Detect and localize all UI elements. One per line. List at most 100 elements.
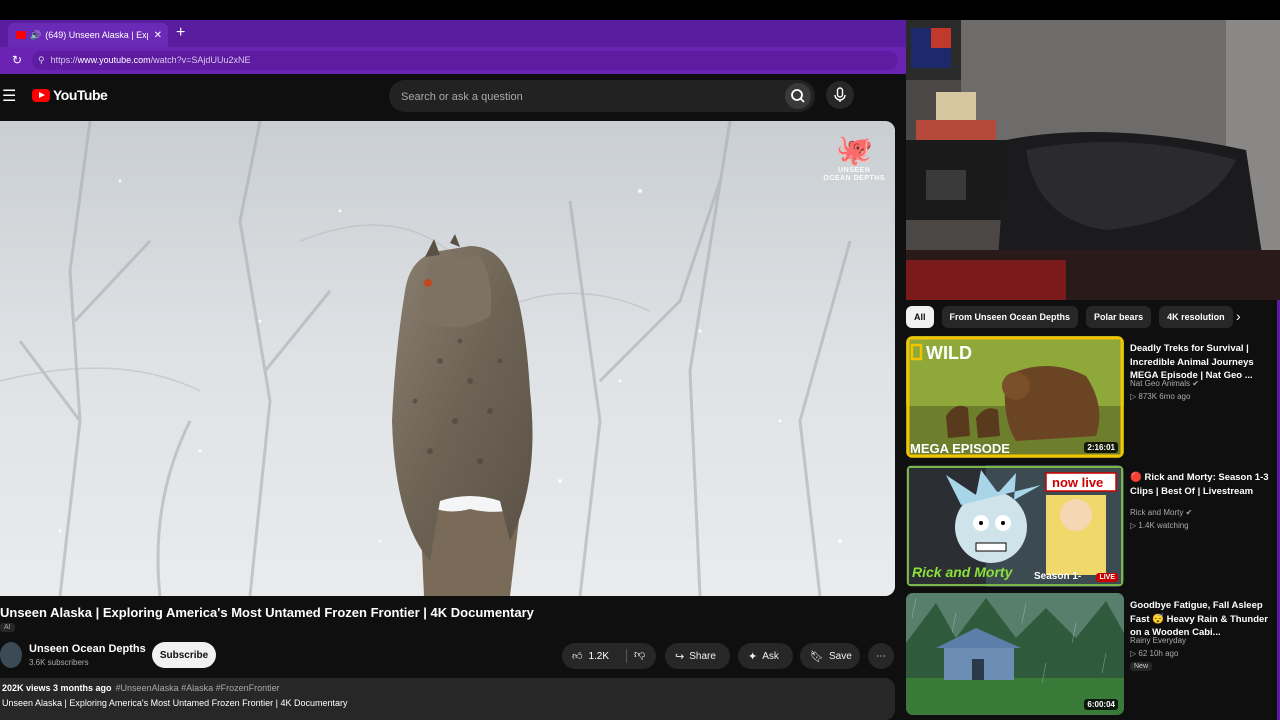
video-thumbnail[interactable]: now live Rick and Morty Season 1- LIVE [906, 465, 1124, 587]
microphone-icon [834, 87, 846, 102]
top-black-bar [0, 0, 1280, 20]
url-path: /watch?v=SAjdUUu2xNE [150, 55, 251, 65]
channel-name[interactable]: Unseen Ocean Depths [29, 643, 146, 655]
video-frame-owl-in-snow [0, 121, 895, 596]
watermark-line2: OCEAN DEPTHS [823, 175, 885, 182]
chip-all[interactable]: All [906, 306, 934, 328]
youtube-play-icon [32, 88, 50, 102]
thumb-bottom-text: MEGA EPISODE [910, 441, 1010, 456]
share-button[interactable]: ↪ Share [665, 643, 730, 669]
search-icon [791, 89, 805, 103]
like-button[interactable]: 👍︎ 1.2K [572, 643, 609, 669]
views-and-age: 202K views 3 months ago [2, 683, 112, 693]
site-info-icon[interactable]: ⚲ [38, 55, 45, 65]
channel-avatar[interactable] [0, 642, 22, 668]
ai-badge: AI [0, 623, 15, 632]
recommendations-sidebar: All From Unseen Ocean Depths Polar bears… [906, 300, 1280, 720]
video-player[interactable]: 🐙 UNSEEN OCEAN DEPTHS [0, 121, 895, 596]
bookmark-icon: 🔖︎ [810, 650, 824, 663]
recommendation-channel[interactable]: Nat Geo Animals ✔ [1130, 379, 1199, 388]
recommendation-title[interactable]: 🔴 Rick and Morty: Season 1-3 Clips | Bes… [1130, 471, 1270, 498]
more-dots-icon: ⋯ [876, 650, 886, 662]
thumbs-down-icon: 👎︎ [634, 649, 646, 661]
webcam-bedroom-image [906, 20, 1280, 300]
reload-icon[interactable]: ↻ [12, 53, 22, 67]
video-thumbnail[interactable]: 6:00:04 [906, 593, 1124, 715]
hamburger-menu-icon[interactable]: ☰ [2, 86, 16, 106]
octopus-logo-icon: 🐙 [835, 134, 873, 167]
subscriber-count: 3.6K subscribers [29, 658, 89, 667]
url-prefix: https:// [50, 55, 78, 65]
youtube-logo-text: YouTube [53, 87, 108, 103]
description-text: Unseen Alaska | Exploring America's Most… [2, 698, 348, 708]
svg-text:Rick and Morty: Rick and Morty [912, 564, 1014, 580]
recommendation-channel[interactable]: Rainy Everyday [1130, 636, 1186, 645]
recommendation-meta: ▷ 1.4K watching [1130, 521, 1189, 530]
thumbs-up-icon: 👍︎ [572, 651, 583, 662]
nat-geo-bear-thumbnail: WILD MEGA EPISODE [906, 336, 1124, 458]
verified-icon: ✔ [1185, 508, 1193, 517]
save-label: Save [828, 650, 852, 662]
filter-chips: All From Unseen Ocean Depths Polar bears… [906, 306, 1241, 328]
youtube-logo[interactable]: YouTube [32, 87, 108, 103]
tab-title: (649) Unseen Alaska | Explorin [45, 30, 147, 40]
close-tab-icon[interactable]: ✕ [154, 30, 162, 41]
voice-search-button[interactable] [826, 81, 854, 109]
youtube-favicon-icon [16, 31, 26, 39]
watermark-line1: UNSEEN [838, 167, 871, 174]
recommendation-meta: ▷ 873K 6mo ago [1130, 392, 1191, 401]
new-badge: New [1130, 662, 1153, 671]
webcam-overlay [906, 20, 1280, 300]
ask-label: Ask [762, 650, 779, 662]
video-thumbnail[interactable]: WILD MEGA EPISODE 2:16:01 [906, 336, 1124, 458]
thumb-top-text: now live [1052, 475, 1103, 490]
video-title: Unseen Alaska | Exploring America's Most… [0, 605, 534, 620]
search-button[interactable] [785, 83, 811, 109]
like-dislike-group: 👍︎ 1.2K 👎︎ [562, 643, 656, 669]
save-button[interactable]: 🔖︎ Save [800, 643, 860, 669]
thumb-top-text: WILD [926, 343, 972, 363]
tab-strip: 🔊 (649) Unseen Alaska | Explorin ✕ + [0, 20, 906, 47]
recommendation-item[interactable]: 6:00:04 Goodbye Fatigue, Fall Asleep Fas… [906, 593, 1280, 717]
rick-and-morty-thumbnail: now live Rick and Morty Season 1- [906, 465, 1124, 587]
recommendation-channel[interactable]: Rick and Morty ✔ [1130, 508, 1192, 517]
chip-4k-resolution[interactable]: 4K resolution [1159, 306, 1233, 328]
like-divider [626, 649, 627, 663]
dislike-button[interactable]: 👎︎ [634, 648, 645, 661]
share-label: Share [689, 650, 716, 662]
recommendation-title[interactable]: Deadly Treks for Survival | Incredible A… [1130, 342, 1270, 383]
hashtags[interactable]: #UnseenAlaska #Alaska #FrozenFrontier [116, 683, 280, 693]
search-input[interactable] [399, 80, 773, 114]
chip-polar-bears[interactable]: Polar bears [1086, 306, 1152, 328]
sparkle-icon: ✦ [748, 650, 758, 663]
recommendation-meta: ▷ 62 10h ago [1130, 649, 1179, 658]
new-tab-icon[interactable]: + [176, 24, 185, 42]
description-box[interactable]: 202K views 3 months ago #UnseenAlaska #Al… [0, 678, 895, 720]
thumb-bottom-text: Season 1- [1034, 571, 1081, 582]
share-icon: ↪ [675, 650, 685, 663]
speaker-icon[interactable]: 🔊 [30, 30, 41, 41]
description-meta: 202K views 3 months ago #UnseenAlaska #Al… [2, 683, 280, 693]
url-field[interactable]: ⚲ https://www.youtube.com/watch?v=SAjdUUu… [32, 51, 898, 70]
recommendation-item[interactable]: WILD MEGA EPISODE 2:16:01 Deadly Treks f… [906, 336, 1280, 460]
browser-tab[interactable]: 🔊 (649) Unseen Alaska | Explorin ✕ [8, 23, 168, 47]
rain-cabin-thumbnail [906, 593, 1124, 715]
duration-badge: 6:00:04 [1084, 699, 1118, 710]
channel-label: Rick and Morty [1130, 508, 1184, 517]
duration-badge: 2:16:01 [1084, 442, 1118, 453]
subscribe-button[interactable]: Subscribe [152, 642, 216, 668]
recommendation-item[interactable]: now live Rick and Morty Season 1- LIVE 🔴… [906, 465, 1280, 589]
address-bar: ↻ ⚲ https://www.youtube.com/watch?v=SAjdU… [0, 47, 906, 74]
verified-icon: ✔ [1192, 379, 1199, 388]
browser-window: 🔊 (649) Unseen Alaska | Explorin ✕ + ↻ ⚲… [0, 20, 906, 720]
search-box [389, 80, 815, 114]
live-badge: LIVE [1096, 573, 1118, 582]
youtube-header: ☰ YouTube [0, 74, 906, 120]
like-count: 1.2K [588, 650, 610, 662]
chevron-right-icon[interactable]: › [1236, 308, 1241, 324]
more-actions-button[interactable]: ⋯ [868, 643, 894, 669]
chip-from-channel[interactable]: From Unseen Ocean Depths [941, 306, 1079, 328]
channel-label: Nat Geo Animals [1130, 379, 1191, 388]
ask-button[interactable]: ✦ Ask [738, 643, 793, 669]
recommendation-title[interactable]: Goodbye Fatigue, Fall Asleep Fast 😴 Heav… [1130, 599, 1270, 640]
